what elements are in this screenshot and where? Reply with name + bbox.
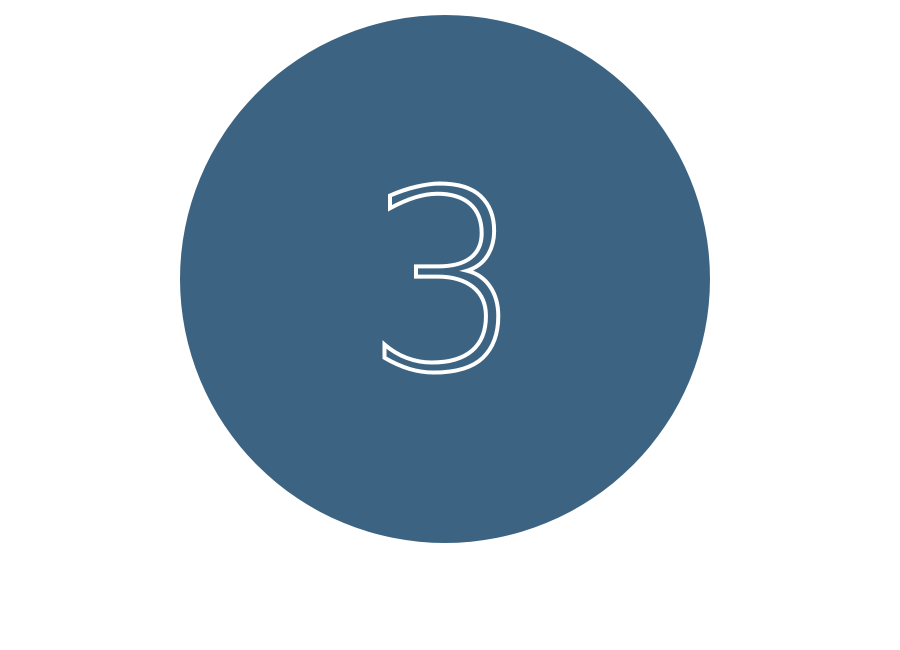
step-circle: 3 xyxy=(180,15,710,543)
canvas: 3 xyxy=(0,0,900,650)
step-number: 3 xyxy=(363,137,526,428)
